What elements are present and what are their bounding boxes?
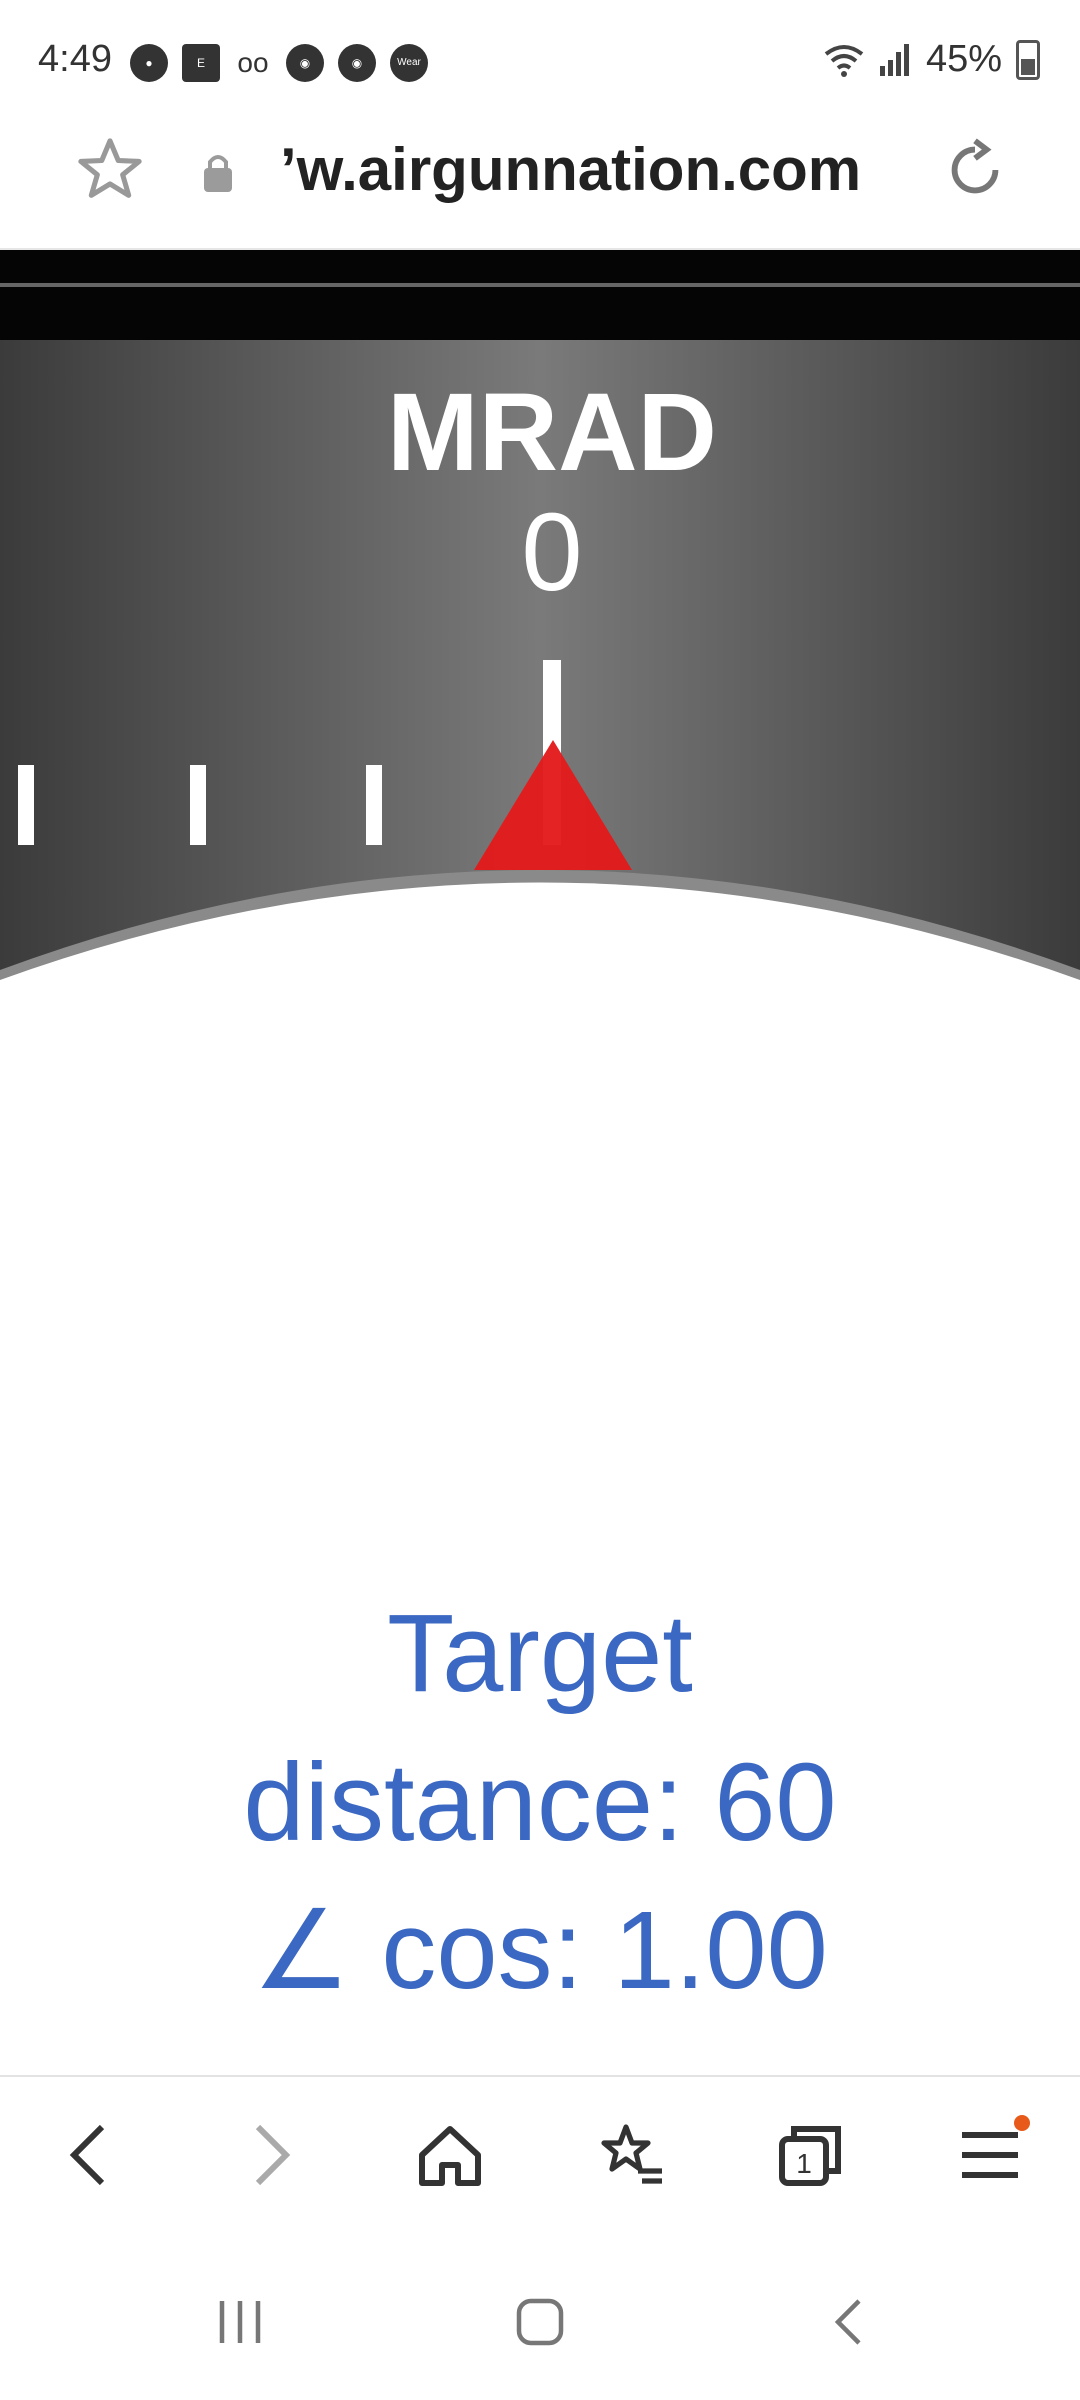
status-time: 4:49: [38, 38, 112, 80]
wear-icon: Wear: [390, 44, 428, 82]
battery-percent: 45%: [925, 38, 1002, 80]
chat-icon: ●: [130, 44, 168, 82]
scope-top-line: [0, 283, 1080, 287]
chrome-icon: ◉: [338, 44, 376, 82]
target-info: Target distance: 60 ∠ cos: 1.00: [0, 1580, 1080, 2026]
scale-tick: [190, 765, 206, 845]
scale-tick: [18, 765, 34, 845]
bookmarks-icon[interactable]: [590, 2115, 670, 2195]
browser-bottom-nav: [0, 2075, 1080, 2242]
menu-icon[interactable]: [950, 2115, 1030, 2195]
menu-notification-dot: [1014, 2115, 1030, 2131]
voicemail-icon: oo: [237, 47, 269, 78]
scope-value: 0: [521, 491, 582, 614]
forward-arrow-icon[interactable]: [230, 2115, 310, 2195]
target-distance: distance: 60: [243, 1740, 837, 1864]
chrome-icon: ◉: [286, 44, 324, 82]
system-back-icon[interactable]: [820, 2292, 880, 2352]
e-icon: E: [182, 44, 220, 82]
battery-icon: [1016, 39, 1040, 80]
web-content: MRAD 0 Target distance: 60 ∠ cos: 1.00: [0, 250, 1080, 2075]
url-text[interactable]: ’w.airgunnation.com: [280, 135, 900, 204]
bookmark-star-icon[interactable]: [72, 132, 148, 208]
wifi-icon: [824, 44, 864, 77]
status-right: 45%: [824, 38, 1040, 81]
home-icon[interactable]: [410, 2115, 490, 2195]
lock-icon: [204, 155, 232, 192]
scope-top-band: [0, 250, 1080, 340]
target-cos: ∠ cos: 1.00: [252, 1889, 828, 2012]
reload-icon[interactable]: [940, 135, 1010, 205]
scope-unit-label: MRAD: [387, 371, 717, 494]
scale-tick: [366, 765, 382, 845]
signal-icon: [879, 43, 909, 76]
scope-scale: MRAD 0: [0, 250, 1080, 990]
recent-apps-icon[interactable]: [210, 2292, 270, 2352]
notification-icons: ● E oo ◉ ◉ Wear: [130, 44, 428, 82]
tabs-count: 1: [796, 2148, 812, 2179]
tabs-icon[interactable]: 1: [770, 2115, 850, 2195]
target-label: Target: [387, 1592, 693, 1715]
back-arrow-icon[interactable]: [50, 2115, 130, 2195]
system-home-icon[interactable]: [510, 2292, 570, 2352]
status-bar: 4:49 ● E oo ◉ ◉ Wear 45%: [0, 0, 1080, 120]
